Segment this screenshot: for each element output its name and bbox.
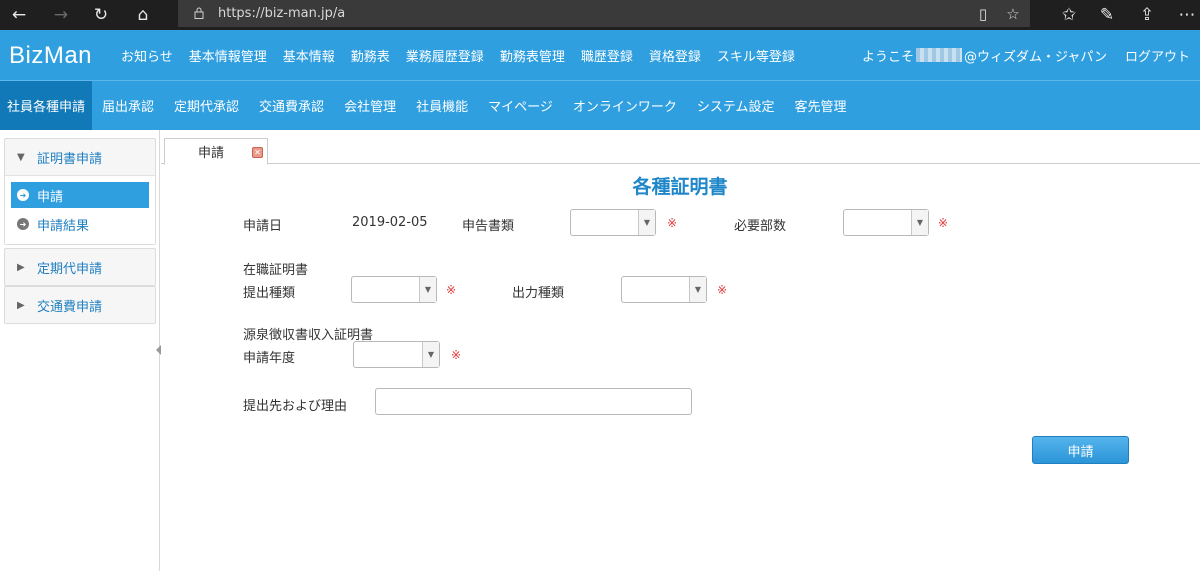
share-icon[interactable]: ⇪ [1132,0,1162,30]
submit-type-select[interactable]: ▼ [351,276,437,303]
main-tab-bar: 社員各種申請 届出承認 定期代承認 交通費承認 会社管理 社員機能 マイページ … [0,80,1200,130]
chevron-down-icon: ▼ [689,277,706,302]
chevron-down-icon: ▼ [911,210,928,235]
reading-view-icon[interactable]: ▯ [970,0,996,27]
chevron-down-icon: ▼ [638,210,655,235]
chevron-right-icon: ▶ [17,261,25,273]
arrow-circle-icon: ➜ [17,218,29,230]
top-menu-item-basic-info-admin[interactable]: 基本情報管理 [181,46,275,65]
document-type-label: 申告書類 [462,219,515,234]
refresh-icon[interactable]: ↻ [86,0,116,30]
address-bar[interactable]: https://biz-man.jp/a ▯ ☆ [178,0,1030,27]
more-menu-icon[interactable]: ⋯ [1172,0,1200,30]
transport-expense-panel-header[interactable]: ▶ 交通費申請 [5,287,155,323]
url-text: https://biz-man.jp/a [218,6,346,21]
tab-notification-approval[interactable]: 届出承認 [92,81,164,130]
sidebar-item-apply-results[interactable]: ➜ 申請結果 [11,211,149,237]
top-menu: お知らせ 基本情報管理 基本情報 勤務表 業務履歴登録 勤務表管理 職歴登録 資… [113,30,803,80]
redacted-username [916,48,963,62]
output-type-label: 出力種類 [512,286,565,301]
sidebar-item-apply[interactable]: ➜ 申請 [11,182,149,208]
top-menu-item-news[interactable]: お知らせ [113,46,181,65]
welcome-company: @ウィズダム・ジャパン [964,49,1108,65]
logout-link[interactable]: ログアウト [1125,30,1190,80]
required-mark: ※ [451,348,462,362]
sidebar-collapse-handle[interactable] [156,345,161,355]
favorites-list-icon[interactable]: ✩ [1054,0,1084,30]
arrow-circle-icon: ➜ [17,189,29,201]
commuter-pass-panel-header[interactable]: ▶ 定期代申請 [5,249,155,285]
required-mark: ※ [938,216,949,230]
top-menu-item-qualifications[interactable]: 資格登録 [641,46,709,65]
welcome-prefix: ようこそ [862,49,915,65]
certificate-panel-body: ➜ 申請 ➜ 申請結果 [5,175,155,244]
commuter-pass-panel-title: 定期代申請 [37,261,103,277]
document-type-select[interactable]: ▼ [570,209,656,236]
tab-apply-label: 申請 [198,146,225,161]
pen-notes-icon[interactable]: ✎ [1092,0,1122,30]
transport-expense-panel: ▶ 交通費申請 [4,286,156,324]
chevron-down-icon: ▼ [422,342,439,367]
required-mark: ※ [667,216,678,230]
chevron-down-icon: ▼ [419,277,436,302]
app-header: BizMan お知らせ 基本情報管理 基本情報 勤務表 業務履歴登録 勤務表管理… [0,30,1200,80]
chevron-down-icon: ▼ [17,151,25,163]
sidebar-item-label: 申請 [37,189,64,205]
sidebar: ▼ 証明書申請 ➜ 申請 ➜ 申請結果 ▶ 定期代申請 ▶ 交通費申請 [0,130,160,571]
copies-label: 必要部数 [734,219,787,234]
tab-apply[interactable]: 申請 ✕ [164,138,268,165]
required-mark: ※ [717,283,728,297]
page-title: 各種証明書 [632,176,728,198]
forward-arrow-icon[interactable]: → [46,0,76,30]
tab-employee-functions[interactable]: 社員機能 [406,81,478,130]
tab-my-page[interactable]: マイページ [478,81,563,130]
copies-select[interactable]: ▼ [843,209,929,236]
application-date-label: 申請日 [243,219,283,234]
top-menu-item-career[interactable]: 職歴登録 [573,46,641,65]
application-year-label: 申請年度 [243,351,296,366]
submit-type-label: 提出種類 [243,286,296,301]
top-menu-item-skills[interactable]: スキル等登録 [709,46,803,65]
document-tab-strip: 申請 ✕ [161,130,1200,165]
output-type-select[interactable]: ▼ [621,276,707,303]
certificate-panel-header[interactable]: ▼ 証明書申請 [5,139,155,175]
transport-expense-panel-title: 交通費申請 [37,299,103,315]
top-menu-item-basic-info[interactable]: 基本情報 [275,46,343,65]
withholding-certificate-heading: 源泉徴収書収入証明書 [243,328,374,343]
app-logo[interactable]: BizMan [9,42,92,70]
top-menu-item-work-history[interactable]: 業務履歴登録 [398,46,492,65]
certificate-panel-title: 証明書申請 [37,151,103,167]
close-icon[interactable]: ✕ [252,147,263,158]
reason-label: 提出先および理由 [243,399,348,414]
application-year-select[interactable]: ▼ [353,341,440,368]
submit-button[interactable]: 申請 [1032,436,1129,464]
back-arrow-icon[interactable]: ← [4,0,34,30]
tab-online-work[interactable]: オンラインワーク [563,81,687,130]
tab-commuter-pass-approval[interactable]: 定期代承認 [164,81,249,130]
tab-employee-requests[interactable]: 社員各種申請 [0,81,93,130]
tab-client-management[interactable]: 客先管理 [784,81,856,130]
tab-system-settings[interactable]: システム設定 [687,81,785,130]
sidebar-item-label: 申請結果 [37,218,90,234]
browser-toolbar: ← → ↻ ⌂ https://biz-man.jp/a ▯ ☆ ✩ ✎ ⇪ ⋯ [0,0,1200,30]
welcome-message: ようこそ @ウィズダム・ジャパン [862,30,1107,80]
home-icon[interactable]: ⌂ [128,0,158,30]
reason-input[interactable] [375,388,692,415]
chevron-right-icon: ▶ [17,299,25,311]
certificate-panel: ▼ 証明書申請 ➜ 申請 ➜ 申請結果 [4,138,156,245]
favorite-star-icon[interactable]: ☆ [1000,0,1026,27]
tab-company-admin[interactable]: 会社管理 [334,81,406,130]
commuter-pass-panel: ▶ 定期代申請 [4,248,156,286]
lock-icon [194,7,204,19]
required-mark: ※ [446,283,457,297]
top-menu-item-timesheet[interactable]: 勤務表 [343,46,398,65]
application-date-value: 2019-02-05 [352,215,428,230]
employment-certificate-heading: 在職証明書 [243,263,309,278]
tab-transport-approval[interactable]: 交通費承認 [249,81,334,130]
top-menu-item-timesheet-admin[interactable]: 勤務表管理 [492,46,573,65]
